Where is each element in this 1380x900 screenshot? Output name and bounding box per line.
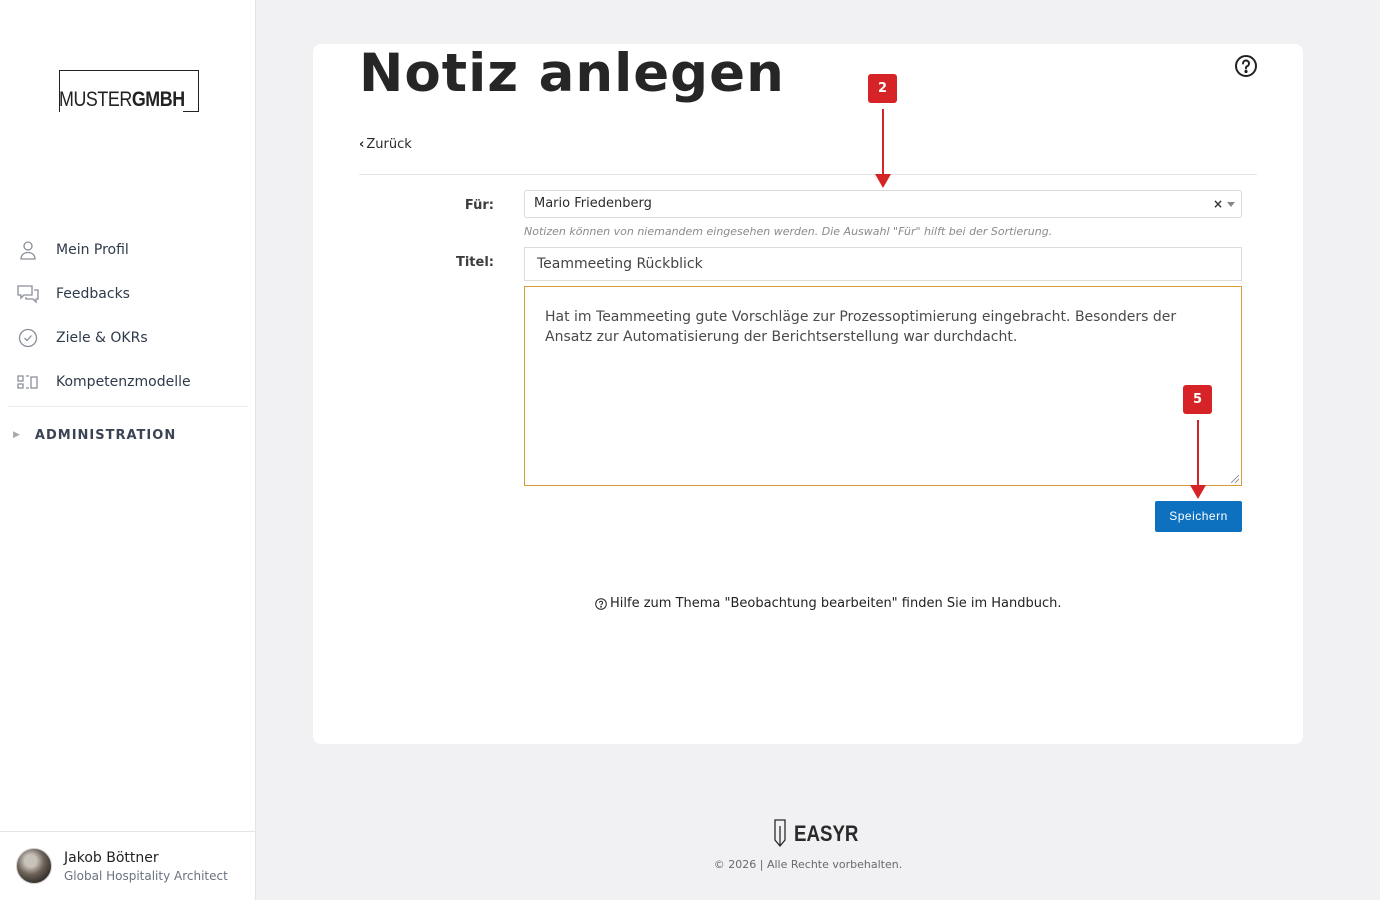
resize-handle-icon[interactable] [1231, 475, 1239, 483]
company-logo[interactable]: MUSTERGMBH [59, 70, 199, 112]
note-body-text: Hat im Teammeeting gute Vorschläge zur P… [545, 309, 1177, 345]
sidebar-item-label: Mein Profil [56, 242, 129, 258]
for-label: Für: [464, 198, 494, 213]
caret-right-icon: ▶ [13, 430, 21, 440]
divider [359, 174, 1257, 175]
check-circle-icon [17, 327, 39, 349]
person-icon [17, 239, 39, 261]
competency-icon [17, 371, 39, 393]
note-form-card: Notiz anlegen ‹ Zurück Für: Mario Friede… [313, 44, 1303, 744]
sidebar-item-ziele-okrs[interactable]: Ziele & OKRs [0, 316, 256, 360]
sidebar-item-administration[interactable]: ▶ ADMINISTRATION [0, 407, 256, 463]
sidebar-nav: Mein Profil Feedbacks Ziele & OKRs Kompe… [0, 228, 256, 463]
help-circle-icon[interactable] [1234, 54, 1258, 78]
annotation-badge-5: 5 [1183, 385, 1212, 414]
sidebar-item-label: Feedbacks [56, 286, 130, 302]
copyright: © 2026 | Alle Rechte vorbehalten. [713, 858, 903, 871]
annotation-arrow-5 [1197, 420, 1199, 487]
chevron-left-icon: ‹ [359, 137, 365, 152]
sidebar-item-label: Kompetenzmodelle [56, 374, 191, 390]
for-select-value: Mario Friedenberg [534, 196, 652, 211]
easyr-logo: EASYR [770, 818, 870, 850]
back-label: Zurück [366, 137, 412, 152]
help-small-icon [595, 597, 607, 610]
sidebar-item-kompetenzmodelle[interactable]: Kompetenzmodelle [0, 360, 256, 404]
annotation-badge-2: 2 [868, 74, 897, 103]
sidebar-admin-label: ADMINISTRATION [34, 427, 177, 443]
for-select[interactable]: Mario Friedenberg × [524, 190, 1242, 218]
sidebar: MUSTERGMBH Mein Profil Feedbacks Ziele &… [0, 0, 256, 900]
annotation-arrow-2 [882, 109, 884, 176]
note-body-textarea[interactable]: Hat im Teammeeting gute Vorschläge zur P… [524, 286, 1242, 486]
sidebar-item-feedbacks[interactable]: Feedbacks [0, 272, 256, 316]
sidebar-item-label: Ziele & OKRs [56, 330, 148, 346]
help-manual-link[interactable]: Hilfe zum Thema "Beobachtung bearbeiten"… [595, 596, 1061, 611]
for-hint: Notizen können von niemandem eingesehen … [524, 225, 1053, 238]
chat-bubbles-icon [17, 283, 39, 305]
title-label: Titel: [455, 255, 494, 270]
arrow-down-icon [875, 174, 891, 188]
footer-brand: EASYR [794, 821, 859, 846]
clear-icon[interactable]: × [1213, 191, 1223, 217]
arrow-down-icon [1190, 485, 1206, 499]
back-link[interactable]: ‹ Zurück [359, 137, 412, 152]
title-input[interactable]: Teammeeting Rückblick [524, 247, 1242, 281]
sidebar-item-mein-profil[interactable]: Mein Profil [0, 228, 256, 272]
pen-nib-icon [774, 819, 786, 848]
chevron-down-icon[interactable] [1227, 202, 1235, 207]
page-title: Notiz anlegen [359, 43, 785, 104]
save-button[interactable]: Speichern [1155, 501, 1242, 532]
logo-text-light: MUSTER [59, 88, 132, 111]
logo-text-bold: GMBH [131, 88, 185, 111]
help-text: Hilfe zum Thema "Beobachtung bearbeiten"… [610, 596, 1062, 611]
